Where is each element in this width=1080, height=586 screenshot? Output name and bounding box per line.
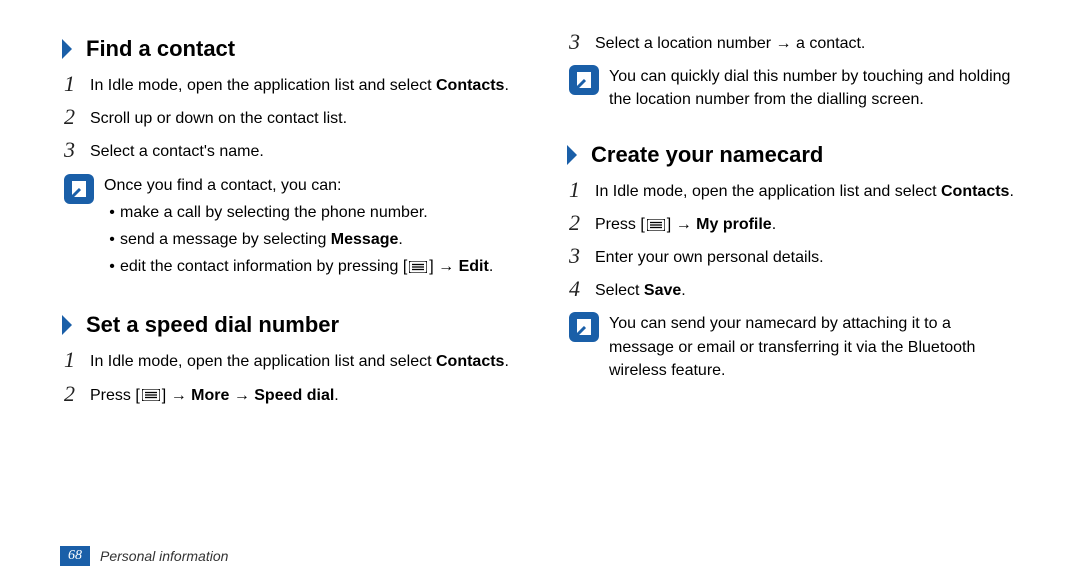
bold-text: Message <box>331 231 399 248</box>
step-item: 3 Enter your own personal details. <box>565 244 1020 269</box>
heading-speed-dial: Set a speed dial number <box>60 312 515 338</box>
step-item: 2 Press [ ] → More → Speed dial. <box>60 382 515 407</box>
text: . <box>681 282 685 299</box>
text: . <box>504 353 508 370</box>
note-icon <box>569 312 599 342</box>
bullet-text: send a message by selecting Message. <box>120 228 403 251</box>
step-number: 1 <box>64 72 90 96</box>
heading-find-contact: Find a contact <box>60 36 515 62</box>
step-number: 3 <box>569 244 595 268</box>
step-body: In Idle mode, open the application list … <box>90 72 509 97</box>
text: . <box>504 77 508 94</box>
step-number: 2 <box>64 382 90 406</box>
text: Select <box>595 282 644 299</box>
bullet-item: • edit the contact information by pressi… <box>104 255 493 278</box>
note-intro: Once you find a contact, you can: <box>104 174 493 197</box>
bold-text: More → Speed dial <box>191 387 334 404</box>
step-number: 4 <box>569 277 595 301</box>
note-body: You can quickly dial this number by touc… <box>609 63 1020 111</box>
step-item: 2 Scroll up or down on the contact list. <box>60 105 515 130</box>
text: In Idle mode, open the application list … <box>595 183 941 200</box>
heading-text: Find a contact <box>86 36 235 62</box>
bullet-text: make a call by selecting the phone numbe… <box>120 201 428 224</box>
step-body: Enter your own personal details. <box>595 244 824 269</box>
text: . <box>334 387 338 404</box>
step-body: Press [ ] → My profile. <box>595 211 776 236</box>
bold-text: Contacts <box>436 353 504 370</box>
chevron-icon <box>60 315 76 335</box>
page-footer: 68 Personal information <box>60 546 228 566</box>
text: In Idle mode, open the application list … <box>90 353 436 370</box>
note-block: Once you find a contact, you can: • make… <box>60 172 515 283</box>
step-item: 1 In Idle mode, open the application lis… <box>60 72 515 97</box>
step-item: 3 Select a location number → a contact. <box>565 30 1020 55</box>
text: . <box>1009 183 1013 200</box>
step-number: 2 <box>64 105 90 129</box>
step-body: Scroll up or down on the contact list. <box>90 105 347 130</box>
step-number: 3 <box>569 30 595 54</box>
bullet-text: edit the contact information by pressing… <box>120 255 493 278</box>
bullet-dot: • <box>104 255 120 278</box>
step-body: Press [ ] → More → Speed dial. <box>90 382 339 407</box>
text: . <box>772 216 776 233</box>
step-number: 2 <box>569 211 595 235</box>
step-body: In Idle mode, open the application list … <box>595 178 1014 203</box>
step-number: 1 <box>64 348 90 372</box>
bullet-item: • send a message by selecting Message. <box>104 228 493 251</box>
step-item: 1 In Idle mode, open the application lis… <box>565 178 1020 203</box>
bullet-dot: • <box>104 228 120 251</box>
step-item: 3 Select a contact's name. <box>60 138 515 163</box>
text: ] → <box>429 258 458 275</box>
text: . <box>489 258 493 275</box>
bold-text: Save <box>644 282 681 299</box>
text: . <box>398 231 402 248</box>
step-body: Select a location number → a contact. <box>595 30 865 55</box>
bold-text: Contacts <box>436 77 504 94</box>
bullet-dot: • <box>104 201 120 224</box>
note-icon <box>64 174 94 204</box>
step-number: 1 <box>569 178 595 202</box>
chevron-icon <box>565 145 581 165</box>
text: send a message by selecting <box>120 231 331 248</box>
step-body: Select Save. <box>595 277 686 302</box>
text: ] → <box>162 387 191 404</box>
page-number: 68 <box>60 546 90 566</box>
menu-icon <box>409 261 427 273</box>
note-icon <box>569 65 599 95</box>
note-block: You can send your namecard by attaching … <box>565 310 1020 382</box>
note-block: You can quickly dial this number by touc… <box>565 63 1020 111</box>
step-body: Select a contact's name. <box>90 138 264 163</box>
heading-text: Create your namecard <box>591 142 823 168</box>
bullet-item: • make a call by selecting the phone num… <box>104 201 493 224</box>
heading-text: Set a speed dial number <box>86 312 339 338</box>
text: In Idle mode, open the application list … <box>90 77 436 94</box>
text: ] → <box>667 216 696 233</box>
step-number: 3 <box>64 138 90 162</box>
left-column: Find a contact 1 In Idle mode, open the … <box>60 30 515 520</box>
text: edit the contact information by pressing… <box>120 258 407 275</box>
text: Press [ <box>90 387 140 404</box>
menu-icon <box>142 389 160 401</box>
text: Press [ <box>595 216 645 233</box>
footer-section-name: Personal information <box>100 548 228 564</box>
step-body: In Idle mode, open the application list … <box>90 348 509 373</box>
bold-text: Edit <box>459 258 489 275</box>
note-body: You can send your namecard by attaching … <box>609 310 1020 382</box>
step-item: 1 In Idle mode, open the application lis… <box>60 348 515 373</box>
note-body: Once you find a contact, you can: • make… <box>104 172 493 283</box>
right-column: 3 Select a location number → a contact. … <box>565 30 1020 520</box>
bold-text: Contacts <box>941 183 1009 200</box>
step-item: 4 Select Save. <box>565 277 1020 302</box>
menu-icon <box>647 219 665 231</box>
step-item: 2 Press [ ] → My profile. <box>565 211 1020 236</box>
heading-namecard: Create your namecard <box>565 142 1020 168</box>
bold-text: My profile <box>696 216 772 233</box>
chevron-icon <box>60 39 76 59</box>
